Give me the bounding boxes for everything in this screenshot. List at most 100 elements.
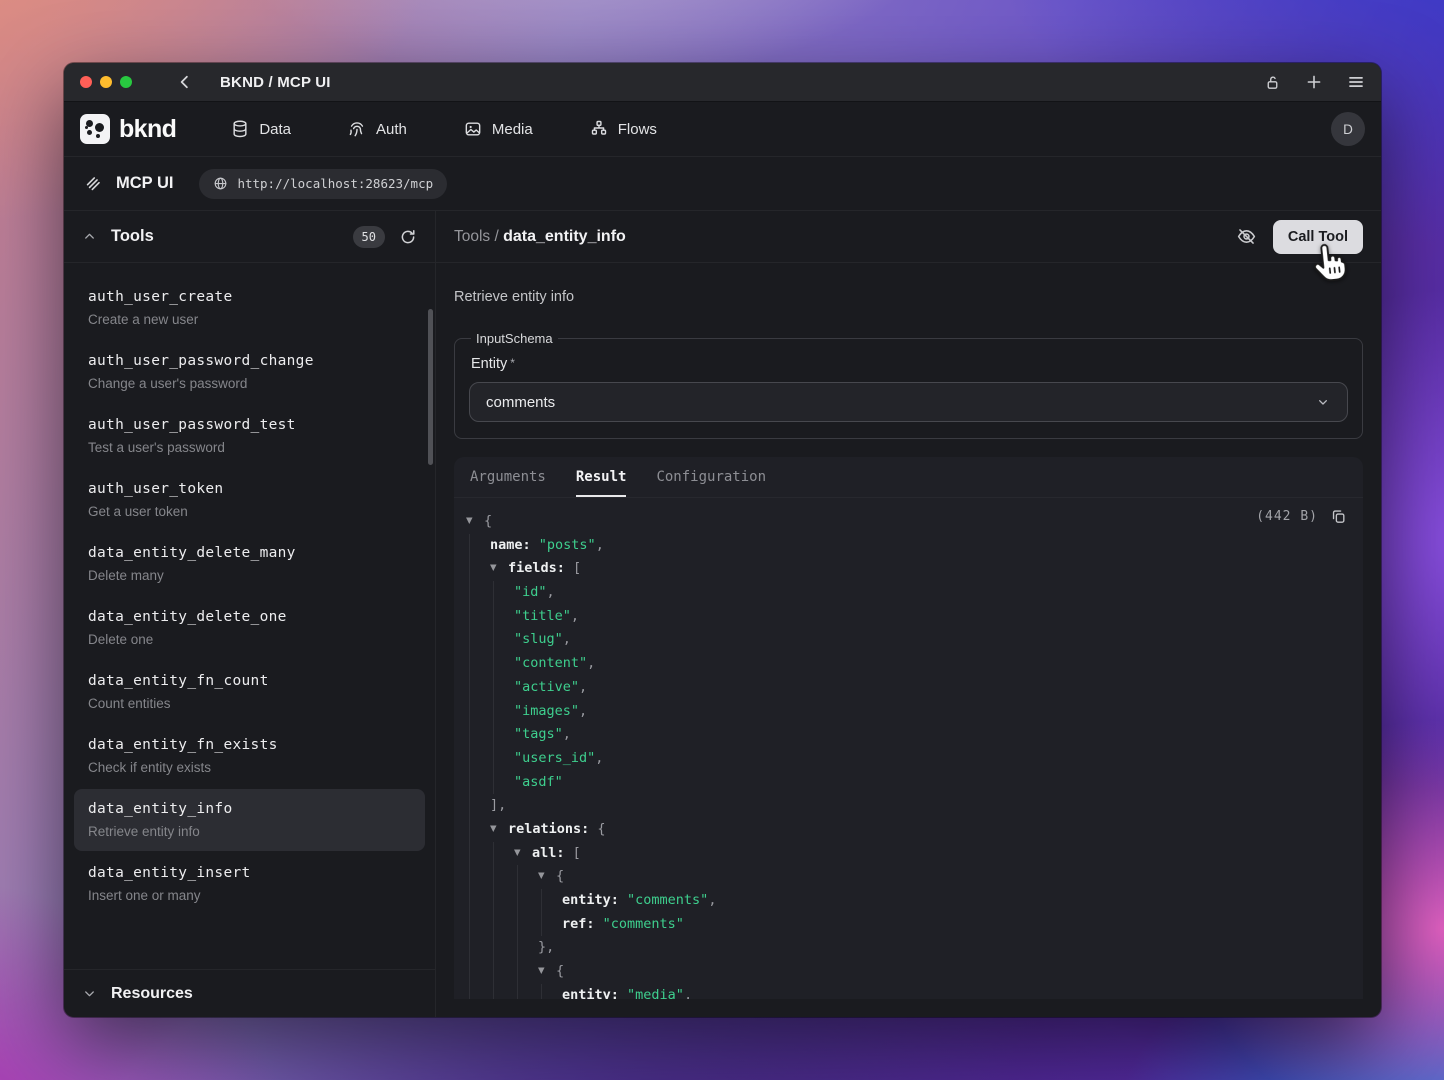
indent-guide	[490, 700, 514, 724]
plus-icon	[1305, 73, 1323, 91]
tree-toggle-icon[interactable]: ▼	[538, 865, 556, 889]
tool-detail: Retrieve entity info InputSchema Entity*…	[436, 263, 1381, 1017]
mcp-icon	[84, 174, 103, 193]
tool-list-item[interactable]: data_entity_fn_existsCheck if entity exi…	[74, 725, 425, 787]
logo-text: bknd	[119, 115, 176, 144]
indent-guide	[466, 557, 490, 581]
tool-list-item[interactable]: data_entity_delete_oneDelete one	[74, 597, 425, 659]
indent-guide	[466, 700, 490, 724]
tool-list-item[interactable]: auth_user_password_testTest a user's pas…	[74, 405, 425, 467]
json-token-str: "comments"	[627, 889, 708, 913]
tool-desc: Insert one or many	[88, 888, 411, 903]
indent-guide	[490, 605, 514, 629]
back-button[interactable]	[176, 73, 194, 91]
json-token-punct: },	[538, 936, 554, 960]
server-url-pill: http://localhost:28623/mcp	[199, 169, 447, 199]
content: Tools 50 auth_user_createCreate a new us…	[64, 211, 1381, 1017]
indent-guide	[490, 747, 514, 771]
tab-arguments[interactable]: Arguments	[470, 457, 546, 497]
menu-button[interactable]	[1347, 73, 1365, 91]
indent-guide	[466, 865, 490, 889]
call-tool-button[interactable]: Call Tool	[1273, 220, 1363, 254]
chevron-left-icon	[176, 73, 194, 91]
indent-guide	[514, 889, 538, 913]
tool-name: data_entity_fn_count	[88, 673, 411, 689]
copy-button[interactable]	[1330, 508, 1347, 525]
json-line: "slug",	[466, 628, 1347, 652]
input-schema-legend: InputSchema	[471, 331, 558, 346]
json-token-punct: [	[573, 842, 581, 866]
tool-list-item[interactable]: auth_user_password_changeChange a user's…	[74, 341, 425, 403]
breadcrumb-parent[interactable]: Tools	[454, 228, 490, 245]
tree-toggle-icon[interactable]: ▼	[514, 842, 532, 866]
refresh-tools-button[interactable]	[399, 228, 417, 246]
json-token-key: name:	[490, 534, 539, 558]
tool-name: data_entity_fn_exists	[88, 737, 411, 753]
indent-guide	[466, 771, 490, 795]
tree-toggle-icon[interactable]: ▼	[466, 510, 484, 534]
tool-desc: Retrieve entity info	[88, 824, 411, 839]
tool-list-item[interactable]: data_entity_insertInsert one or many	[74, 853, 425, 915]
indent-guide	[538, 913, 562, 937]
result-panel: ArgumentsResultConfiguration (442 B) ▼{n…	[454, 457, 1363, 999]
tools-list: auth_user_createCreate a new userauth_us…	[64, 263, 435, 969]
resources-section-header[interactable]: Resources	[64, 969, 435, 1017]
nav-item-flows[interactable]: Flows	[589, 119, 657, 139]
indent-guide	[514, 936, 538, 960]
main-panel: Tools / data_entity_info Call Tool Retri…	[436, 211, 1381, 1017]
tool-list-item[interactable]: auth_user_tokenGet a user token	[74, 469, 425, 531]
chevron-down-icon[interactable]	[82, 986, 97, 1001]
tools-section-header[interactable]: Tools 50	[64, 211, 435, 263]
minimize-button[interactable]	[100, 76, 112, 88]
json-line: "active",	[466, 676, 1347, 700]
breadcrumb-row: Tools / data_entity_info Call Tool	[436, 211, 1381, 263]
tool-list-item[interactable]: data_entity_delete_manyDelete many	[74, 533, 425, 595]
indent-guide	[490, 842, 514, 866]
tree-toggle-icon[interactable]: ▼	[490, 557, 508, 581]
json-line: "content",	[466, 652, 1347, 676]
json-token-str: "content"	[514, 652, 587, 676]
indent-guide	[490, 984, 514, 999]
json-token-punct: ,	[547, 581, 555, 605]
json-lines: ▼{name: "posts",▼fields: ["id","title","…	[466, 510, 1347, 999]
json-token-str: "posts"	[539, 534, 596, 558]
tool-list-item[interactable]: auth_user_createCreate a new user	[74, 277, 425, 339]
user-avatar[interactable]: D	[1331, 112, 1365, 146]
indent-guide	[514, 913, 538, 937]
entity-field-label: Entity*	[471, 356, 1346, 372]
tree-toggle-icon[interactable]: ▼	[490, 818, 508, 842]
result-size-badge: (442 B)	[1256, 509, 1318, 524]
fingerprint-icon	[347, 119, 367, 139]
json-token-punct: ,	[587, 652, 595, 676]
tab-row: Arguments Result Configuration	[454, 457, 1363, 498]
tool-desc: Delete many	[88, 568, 411, 583]
nav-item-media[interactable]: Media	[463, 119, 533, 139]
sidebar-scrollbar[interactable]	[428, 309, 433, 465]
new-tab-button[interactable]	[1305, 73, 1323, 91]
json-token-punct: ,	[595, 747, 603, 771]
tool-desc: Count entities	[88, 696, 411, 711]
zoom-button[interactable]	[120, 76, 132, 88]
json-token-str: "id"	[514, 581, 547, 605]
indent-guide	[466, 605, 490, 629]
nav-item-auth[interactable]: Auth	[347, 119, 407, 139]
unlock-button[interactable]	[1264, 74, 1281, 91]
tab-configuration[interactable]: Configuration	[656, 457, 766, 497]
nav-label: Auth	[376, 121, 407, 138]
entity-select[interactable]: comments	[469, 382, 1348, 422]
chevron-up-icon[interactable]	[82, 229, 97, 244]
json-line: ],	[466, 794, 1347, 818]
indent-guide	[514, 865, 538, 889]
tool-list-item[interactable]: data_entity_infoRetrieve entity info	[74, 789, 425, 851]
breadcrumb-current: data_entity_info	[503, 228, 626, 245]
nav-item-data[interactable]: Data	[230, 119, 291, 139]
app-window: BKND / MCP UI bknd	[64, 63, 1381, 1017]
nav-label: Flows	[618, 121, 657, 138]
tree-toggle-icon[interactable]: ▼	[538, 960, 556, 984]
eye-off-button[interactable]	[1236, 226, 1257, 247]
titlebar: BKND / MCP UI	[64, 63, 1381, 102]
tool-list-item[interactable]: data_entity_fn_count Count entities	[74, 661, 425, 723]
indent-guide	[466, 676, 490, 700]
close-button[interactable]	[80, 76, 92, 88]
tab-result[interactable]: Result	[576, 457, 627, 497]
